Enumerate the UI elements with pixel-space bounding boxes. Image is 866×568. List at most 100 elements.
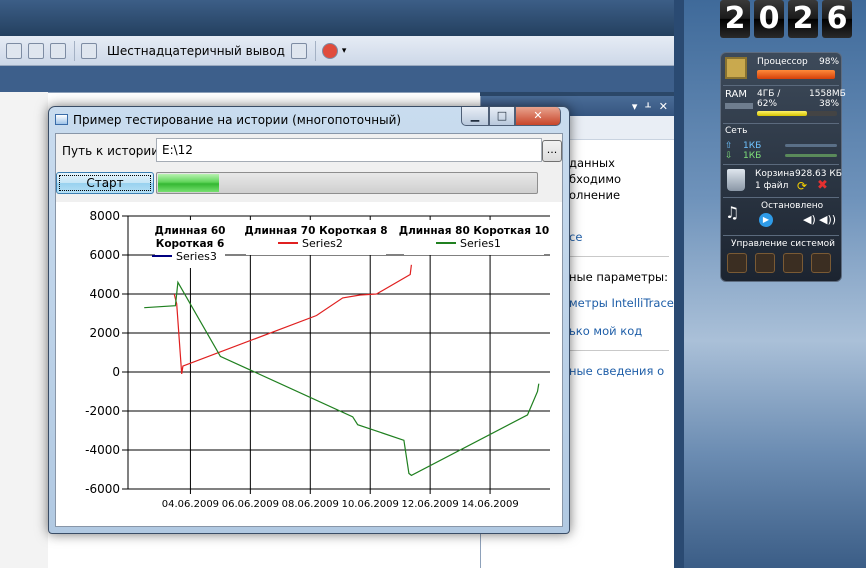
chevron-down-icon[interactable]: ▾ — [342, 46, 347, 56]
series-line-series1 — [144, 280, 540, 477]
ram-percent-right: 38% — [819, 99, 840, 109]
legend-title: Длинная 80 Короткая 10 — [399, 225, 550, 237]
legend-series-name: Series1 — [460, 237, 501, 250]
power-icon[interactable] — [811, 253, 831, 273]
net-up-graph — [785, 144, 837, 147]
x-tick-label: 04.06.2009 — [162, 499, 219, 510]
clock-digit: 0 — [754, 0, 784, 38]
y-tick-label: -2000 — [85, 404, 120, 418]
ide-toolbar: Шестнадцатеричный вывод ▾ — [0, 36, 684, 66]
clock-digit: 6 — [822, 0, 852, 38]
panel-text: олнение — [569, 188, 621, 202]
panel-divider — [565, 350, 669, 351]
panel-text: бходимо — [569, 172, 622, 186]
net-down-graph — [785, 154, 837, 157]
cpu-icon — [725, 57, 747, 79]
app-icon — [55, 114, 68, 125]
find-icon[interactable] — [81, 42, 97, 59]
pin-icon[interactable]: ᚆ — [645, 100, 650, 113]
dropdown-icon[interactable]: ▾ — [632, 100, 638, 113]
history-test-window[interactable]: Пример тестирование на истории (многопот… — [48, 106, 570, 534]
x-tick-label: 10.06.2009 — [342, 499, 399, 510]
gadget-divider — [723, 123, 839, 124]
y-tick-label: -6000 — [85, 482, 120, 496]
system-monitor-gadget: Процессор 98% RAM 4ГБ / 1558МБ 62% 38% С… — [720, 52, 846, 282]
legend-title: Длинная 60 — [154, 225, 225, 237]
system-control-label: Управление системой — [731, 239, 835, 249]
recycle-bin-files: 1 файл — [755, 181, 789, 191]
breakpoint-icon[interactable] — [321, 42, 338, 59]
settings-icon[interactable] — [290, 42, 307, 59]
lock-icon[interactable] — [783, 253, 803, 273]
x-tick-label: 14.06.2009 — [461, 499, 518, 510]
maximize-button[interactable]: □ — [489, 107, 515, 126]
toolbar-separator — [74, 40, 75, 61]
cpu-percent: 98% — [819, 57, 840, 67]
start-button[interactable]: Старт — [56, 172, 154, 194]
sleep-icon[interactable] — [755, 253, 775, 273]
hex-output-label[interactable]: Шестнадцатеричный вывод — [107, 44, 285, 58]
y-tick-label: 6000 — [89, 248, 120, 262]
x-tick-label: 08.06.2009 — [282, 499, 339, 510]
net-upload: 1КБ — [743, 141, 762, 151]
upload-arrow-icon: ⇧ — [725, 141, 733, 151]
network-label: Сеть — [725, 126, 748, 136]
recycle-bin-icon[interactable] — [727, 169, 745, 191]
recycle-bin-label: Корзина — [755, 169, 795, 179]
volume-icon[interactable]: ◀) — [803, 213, 816, 226]
headphones-icon: ♫ — [725, 203, 740, 222]
uncomment-icon[interactable] — [50, 42, 66, 59]
legend-title: Длинная 70 Короткая 8 — [244, 225, 387, 237]
close-icon[interactable]: ✕ — [659, 100, 668, 113]
net-download: 1КБ — [743, 151, 762, 161]
comment-icon[interactable] — [28, 42, 44, 59]
play-icon[interactable]: ▶ — [759, 213, 773, 227]
browse-button[interactable]: ... — [542, 140, 562, 162]
gadget-divider — [723, 235, 839, 236]
refresh-icon[interactable]: ⟳ — [797, 179, 807, 193]
progress-fill — [158, 174, 219, 192]
ram-used: 1558МБ — [809, 89, 846, 99]
panel-link[interactable]: се — [569, 230, 582, 244]
editor-gutter — [0, 92, 48, 568]
history-path-label: Путь к истории: — [62, 144, 164, 158]
progress-bar — [156, 172, 538, 194]
gadget-divider — [723, 85, 839, 86]
gadget-divider — [723, 164, 839, 165]
x-tick-label: 12.06.2009 — [402, 499, 459, 510]
legend-series-name: Series2 — [302, 237, 343, 250]
y-tick-label: 4000 — [89, 287, 120, 301]
clock-gadget: 2 0 2 6 — [720, 0, 860, 40]
x-tick-label: 06.06.2009 — [222, 499, 279, 510]
clock-digit: 2 — [788, 0, 818, 38]
history-path-input[interactable]: E:\12 — [156, 138, 542, 162]
just-my-code-link[interactable]: ько мой код — [569, 324, 642, 338]
panel-text: ные параметры: — [569, 270, 668, 284]
toolbar-separator — [314, 40, 316, 61]
y-tick-label: -4000 — [85, 443, 120, 457]
legend-series-name: Series3 — [176, 250, 217, 263]
shutdown-icon[interactable] — [727, 253, 747, 273]
window-title: Пример тестирование на истории (многопот… — [73, 113, 402, 127]
panel-link[interactable]: ные сведения о — [569, 364, 664, 378]
ide-title-area — [0, 0, 684, 36]
indent-icon[interactable] — [6, 42, 22, 59]
minimize-button[interactable]: ▁ — [461, 107, 489, 126]
download-arrow-icon: ⇩ — [725, 151, 733, 161]
panel-text: данных — [569, 156, 615, 170]
intellitrace-settings-link[interactable]: метры IntelliTrace — [569, 296, 674, 310]
y-tick-label: 0 — [112, 365, 120, 379]
empty-bin-icon[interactable]: ✖ — [817, 178, 828, 193]
ram-percent-left: 62% — [757, 99, 778, 109]
volume-up-icon[interactable]: ◀)) — [819, 213, 836, 226]
ram-usage-bar — [757, 111, 807, 116]
close-button[interactable]: ✕ — [515, 107, 561, 126]
gadget-divider — [723, 197, 839, 198]
line-chart: 8000 6000 4000 2000 0 -2000 -4000 -6000 04.06.20… — [85, 209, 550, 510]
window-client-area: Путь к истории: E:\12 ... Старт 8000 6000… — [55, 133, 563, 527]
clock-digit: 2 — [720, 0, 750, 38]
panel-divider — [565, 256, 669, 257]
ide-scroll-edge — [674, 0, 684, 568]
y-tick-label: 8000 — [89, 209, 120, 223]
chart-area: 8000 6000 4000 2000 0 -2000 -4000 -6000 04.06.20… — [56, 202, 562, 526]
